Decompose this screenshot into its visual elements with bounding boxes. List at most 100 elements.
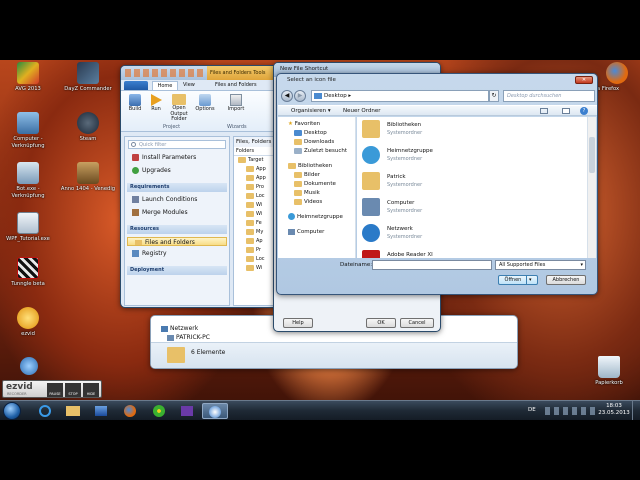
desktop-icon-tunngle[interactable]: Tunngle beta: [0, 257, 56, 288]
desktop-icon-dayz[interactable]: DayZ Commander: [60, 62, 116, 93]
desktop-icon-computer[interactable]: Computer - Verknüpfung: [0, 112, 56, 149]
cancel-select-button[interactable]: Abbrechen: [546, 275, 586, 285]
open-button[interactable]: Öffnen ▾: [498, 275, 538, 285]
nav-heimnetzgruppe[interactable]: Heimnetzgruppe: [278, 213, 355, 222]
tab-file[interactable]: [124, 81, 148, 90]
tree-item[interactable]: My: [236, 228, 276, 237]
section-header-deployment[interactable]: Deployment: [127, 266, 227, 275]
back-arrow-icon[interactable]: ◀: [281, 90, 293, 102]
tab-home[interactable]: Home: [152, 81, 178, 90]
designer-window[interactable]: Files and Folders Tools Home View Files …: [120, 65, 278, 308]
close-icon[interactable]: ✕: [575, 76, 593, 84]
nav-item-install-parameters[interactable]: Install Parameters: [125, 153, 229, 162]
nav-item-netzwerk[interactable]: Netzwerk: [161, 324, 198, 333]
nav-bilder[interactable]: Bilder: [278, 171, 355, 180]
taskbar-icq[interactable]: [146, 403, 172, 419]
file-list-item[interactable]: Patrick Systemordner: [357, 169, 587, 195]
open-output-folder-button[interactable]: Open Output Folder: [167, 94, 191, 123]
tree-item[interactable]: Pro: [236, 183, 276, 192]
run-button[interactable]: Run: [148, 94, 164, 112]
desktop-icon-wpf[interactable]: WPF_Tutorial.exe: [0, 212, 56, 243]
file-list-item[interactable]: Bibliotheken Systemordner: [357, 117, 587, 143]
pause-button[interactable]: PAUSE: [47, 383, 63, 397]
ezvid-recorder-bar[interactable]: ezvid RECORDER PAUSE STOP HIDE: [2, 380, 102, 398]
clock[interactable]: 18:03 23.05.2013: [598, 403, 630, 417]
section-header-requirements[interactable]: Requirements: [127, 183, 227, 192]
file-type-select[interactable]: All Supported Files ▾: [495, 260, 586, 270]
hide-button[interactable]: HIDE: [83, 383, 99, 397]
tree-item[interactable]: Loc: [236, 255, 276, 264]
nav-favoriten[interactable]: ★ Favoriten: [278, 120, 355, 129]
nav-item-files-and-folders[interactable]: Files and Folders: [127, 237, 227, 246]
tree-item[interactable]: Loc: [236, 192, 276, 201]
nav-computer[interactable]: Computer: [278, 228, 355, 237]
nav-videos[interactable]: Videos: [278, 198, 355, 207]
file-list-item[interactable]: Heimnetzgruppe Systemordner: [357, 143, 587, 169]
taskbar-firefox[interactable]: [117, 403, 143, 419]
nav-desktop[interactable]: Desktop: [278, 129, 355, 138]
desktop-icon-anno[interactable]: Anno 1404 - Venedig: [60, 162, 116, 193]
tree-item[interactable]: App: [236, 165, 276, 174]
vertical-scrollbar[interactable]: [587, 117, 596, 258]
taskbar-visual-studio[interactable]: [174, 403, 200, 419]
tree-item[interactable]: Wi: [236, 201, 276, 210]
forward-arrow-icon[interactable]: ▶: [294, 90, 306, 102]
quick-filter-input[interactable]: Quick filter: [128, 140, 226, 149]
nav-item-merge-modules[interactable]: Merge Modules: [125, 208, 229, 217]
nav-item-pc[interactable]: PATRICK-PC: [167, 333, 210, 342]
nav-recent[interactable]: Zuletzt besucht: [278, 147, 355, 156]
tree-item[interactable]: Wi: [236, 264, 276, 273]
recycle-bin-icon: [598, 356, 620, 378]
tab-view[interactable]: View: [183, 82, 195, 88]
nav-downloads[interactable]: Downloads: [278, 138, 355, 147]
build-button[interactable]: Build: [126, 94, 144, 112]
help-icon[interactable]: ?: [580, 107, 588, 115]
desktop-icon-steam[interactable]: Steam: [60, 112, 116, 143]
section-header-resources[interactable]: Resources: [127, 225, 227, 234]
help-button[interactable]: Help: [283, 318, 313, 328]
desktop-icon-ezvid[interactable]: ezvid: [0, 307, 56, 338]
ezvid-orb-icon[interactable]: [20, 357, 38, 375]
tree-item[interactable]: Ap: [236, 237, 276, 246]
nav-dokumente[interactable]: Dokumente: [278, 180, 355, 189]
file-list-item[interactable]: Netzwerk Systemordner: [357, 221, 587, 247]
taskbar-media-player[interactable]: [88, 403, 114, 419]
tray-language[interactable]: DE: [528, 407, 536, 413]
start-button[interactable]: [3, 402, 21, 420]
stop-button[interactable]: STOP: [65, 383, 81, 397]
show-desktop-button[interactable]: [632, 401, 640, 421]
scrollbar-thumb[interactable]: [589, 137, 595, 173]
nav-item-launch-conditions[interactable]: Launch Conditions: [125, 195, 229, 204]
taskbar-ie[interactable]: [32, 403, 58, 419]
desktop-icon-avg[interactable]: AVG 2013: [0, 62, 56, 93]
refresh-icon[interactable]: ↻: [489, 90, 499, 102]
tree-item[interactable]: Wi: [236, 210, 276, 219]
search-field[interactable]: Desktop durchsuchen: [503, 90, 595, 102]
import-button[interactable]: Import: [224, 94, 248, 112]
organize-menu[interactable]: Organisieren ▾: [291, 106, 331, 116]
view-options-icon[interactable]: [540, 108, 548, 114]
nav-item-registry[interactable]: Registry: [125, 249, 229, 258]
taskbar-explorer[interactable]: [60, 403, 86, 419]
ok-button[interactable]: OK: [366, 318, 396, 328]
desktop-icon-recycle-bin[interactable]: Papierkorb: [581, 356, 637, 387]
tree-item[interactable]: App: [236, 174, 276, 183]
tree-item[interactable]: Target: [236, 156, 276, 165]
taskbar-designer[interactable]: [202, 403, 228, 419]
tree-item[interactable]: Pr: [236, 246, 276, 255]
filename-input[interactable]: [372, 260, 492, 270]
file-list-item[interactable]: Computer Systemordner: [357, 195, 587, 221]
desktop-icon-bot[interactable]: Bot.exe - Verknüpfung: [0, 162, 56, 199]
tab-files-folders[interactable]: Files and Folders: [215, 82, 257, 88]
tree-item[interactable]: Fe: [236, 219, 276, 228]
preview-pane-icon[interactable]: [562, 108, 570, 114]
nav-item-upgrades[interactable]: Upgrades: [125, 166, 229, 175]
new-folder-button[interactable]: Neuer Ordner: [343, 106, 381, 116]
file-list-item[interactable]: Adobe Reader XI: [357, 247, 587, 258]
nav-bibliotheken[interactable]: Bibliotheken: [278, 162, 355, 171]
cancel-button[interactable]: Cancel: [400, 318, 434, 328]
options-button[interactable]: Options: [194, 94, 216, 112]
address-bar[interactable]: Desktop ▸: [311, 90, 489, 102]
select-icon-dialog[interactable]: Select an icon file ✕ ◀ ▶ Desktop ▸ ↻ De…: [276, 73, 598, 295]
nav-musik[interactable]: Musik: [278, 189, 355, 198]
